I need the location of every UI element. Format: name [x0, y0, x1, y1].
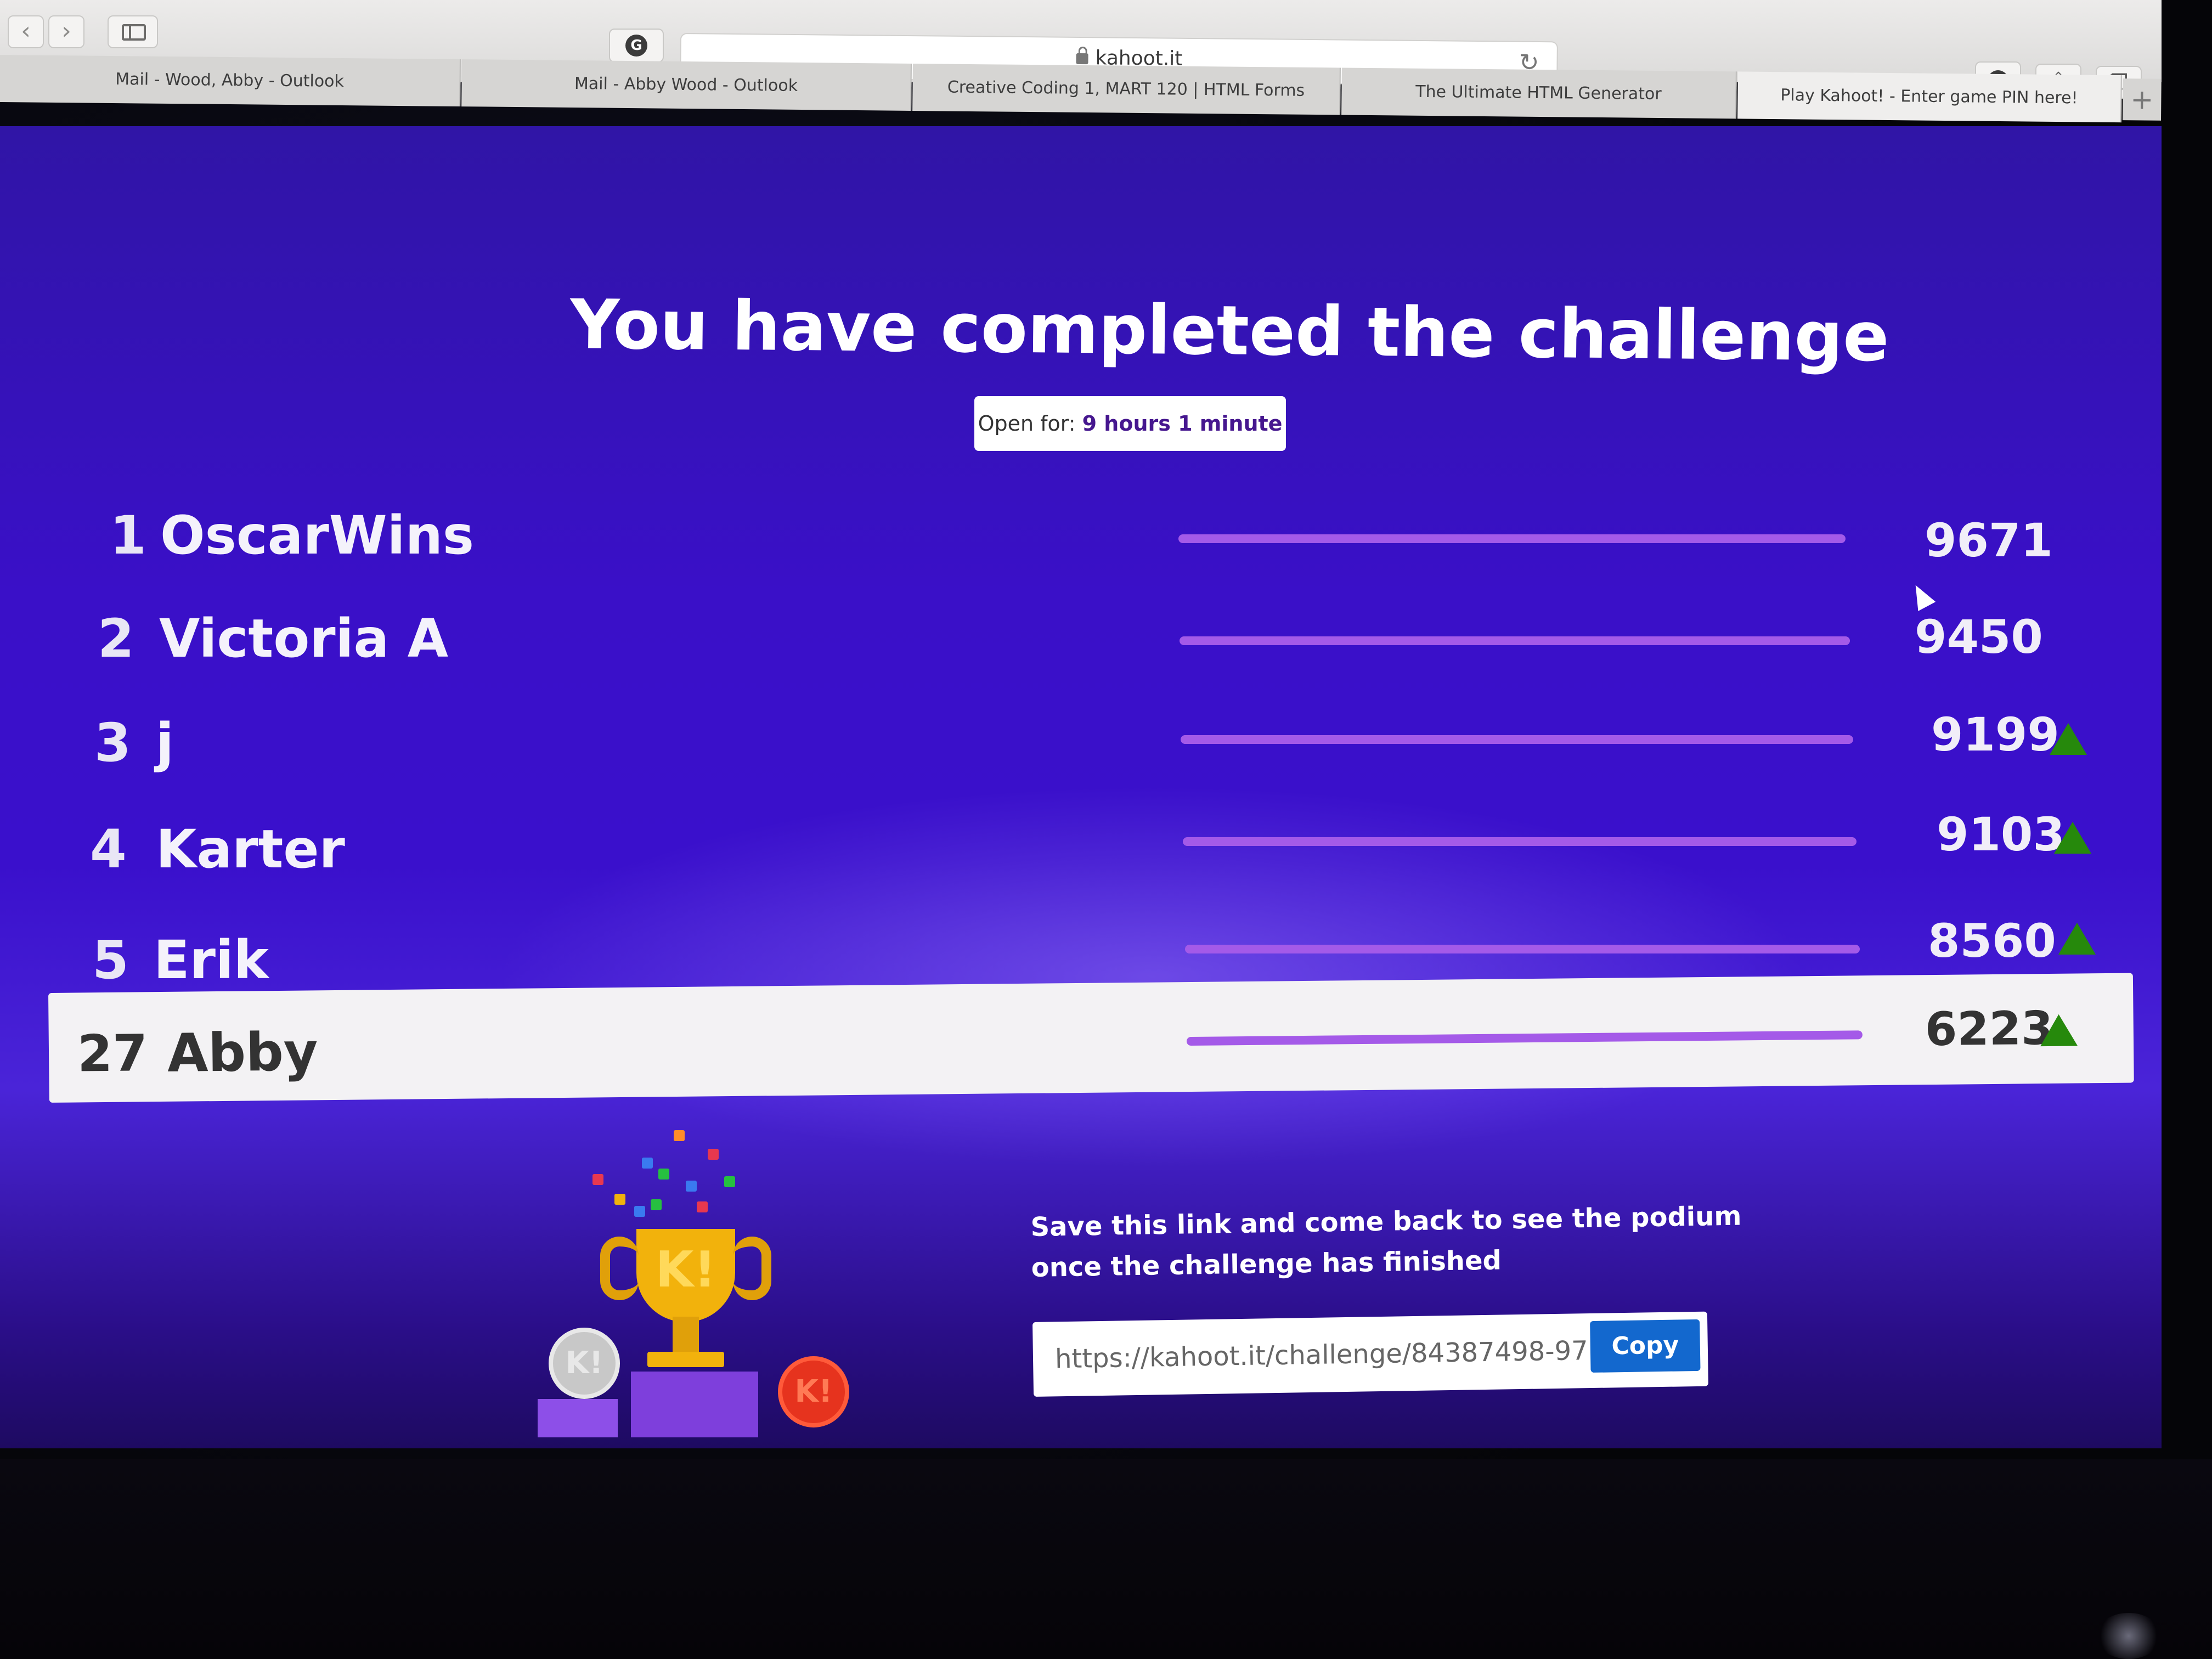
trophy-illustration: K! K! K!	[538, 1130, 867, 1437]
score-bar	[1186, 1030, 1863, 1046]
siri-icon	[2096, 1613, 2162, 1659]
chevron-left-icon: ‹	[21, 17, 31, 45]
tab-kahoot[interactable]: Play Kahoot! - Enter game PIN here!	[1737, 71, 2122, 123]
confetti	[697, 1201, 708, 1212]
sidebar-toggle-button[interactable]	[108, 15, 158, 48]
rank-number: 27	[77, 1024, 148, 1084]
confetti	[651, 1199, 662, 1210]
leaderboard-row: 4 Karter 9103	[0, 808, 2162, 906]
trophy-base	[647, 1352, 724, 1367]
page-title: You have completed the challenge	[569, 285, 1890, 377]
laptop-screen: ‹ › G kahoot.it ↻ ↓ ⇧ ❐ Mail - Wood, Abb…	[0, 0, 2162, 1448]
open-for-badge: Open for: 9 hours 1 minute	[974, 396, 1286, 451]
challenge-link-box: https://kahoot.it/challenge/84387498-97.…	[1032, 1311, 1708, 1397]
sidebar-icon	[122, 24, 146, 41]
rank-number: 5	[92, 929, 129, 991]
rank-number: 3	[94, 712, 131, 774]
leaderboard-row: 2 Victoria A 9450	[0, 608, 2162, 696]
chevron-right-icon: ›	[61, 17, 71, 45]
open-for-label: Open for:	[978, 411, 1076, 436]
player-name: Erik	[154, 929, 269, 991]
back-button[interactable]: ‹	[8, 15, 44, 48]
current-player-row: 27 Abby 6223	[48, 973, 2134, 1103]
copy-button[interactable]: Copy	[1590, 1319, 1701, 1373]
score-value: 6223	[1925, 1001, 2054, 1057]
score-value: 9199	[1931, 708, 2059, 761]
rank-number: 1	[110, 505, 146, 566]
open-for-value: 9 hours 1 minute	[1082, 411, 1283, 436]
score-value: 9671	[1925, 514, 2053, 567]
bronze-medal-icon: K!	[778, 1356, 849, 1427]
confetti	[592, 1174, 603, 1185]
player-name: Abby	[167, 1021, 318, 1084]
trend-up-icon	[2058, 923, 2096, 955]
leaderboard-row: 1 OscarWins 9671	[0, 505, 2162, 592]
forward-button[interactable]: ›	[48, 15, 84, 48]
lock-icon	[1076, 53, 1088, 65]
score-bar	[1183, 837, 1857, 846]
rank-number: 2	[98, 608, 134, 669]
rank-number: 4	[90, 819, 127, 880]
player-name: OscarWins	[160, 505, 475, 566]
player-name: Victoria A	[159, 608, 449, 669]
trophy-icon: K!	[600, 1229, 771, 1322]
confetti	[634, 1206, 645, 1217]
grammarly-icon: G	[625, 35, 647, 57]
podium-second	[538, 1399, 618, 1437]
leaderboard-row: 3 j 9199	[0, 708, 2162, 800]
score-value: 9103	[1937, 808, 2065, 861]
score-bar	[1181, 735, 1853, 744]
player-name: Karter	[156, 819, 345, 880]
tab-html-generator[interactable]: The Ultimate HTML Generator	[1341, 67, 1737, 119]
save-link-message: Save this link and come back to see the …	[1030, 1200, 1742, 1283]
confetti	[674, 1130, 685, 1141]
confetti	[686, 1181, 697, 1192]
confetti	[708, 1149, 719, 1160]
challenge-link-input[interactable]: https://kahoot.it/challenge/84387498-97.…	[1055, 1335, 1613, 1374]
tab-outlook-2[interactable]: Mail - Abby Wood - Outlook	[461, 59, 912, 111]
trend-up-icon	[2040, 1014, 2078, 1047]
tab-outlook-1[interactable]: Mail - Wood, Abby - Outlook	[0, 55, 461, 107]
score-bar	[1178, 534, 1846, 543]
score-bar	[1185, 945, 1860, 953]
laptop-bezel	[0, 1459, 2212, 1659]
score-bar	[1180, 636, 1850, 645]
score-value: 8560	[1928, 914, 2056, 968]
silver-medal-icon: K!	[549, 1328, 620, 1399]
confetti	[614, 1194, 625, 1205]
plus-icon: +	[2130, 83, 2154, 116]
confetti	[658, 1169, 669, 1180]
confetti	[724, 1176, 735, 1187]
podium-first	[631, 1372, 758, 1437]
trend-up-icon	[2054, 822, 2091, 854]
new-tab-button[interactable]: +	[2123, 78, 2162, 121]
player-name: j	[156, 712, 174, 774]
grammarly-extension-button[interactable]: G	[609, 29, 664, 63]
confetti	[642, 1158, 653, 1169]
tab-creative-coding[interactable]: Creative Coding 1, MART 120 | HTML Forms	[912, 63, 1341, 115]
trend-up-icon	[2050, 723, 2087, 755]
trophy-stem	[673, 1317, 699, 1355]
score-value: 9450	[1915, 610, 2043, 664]
